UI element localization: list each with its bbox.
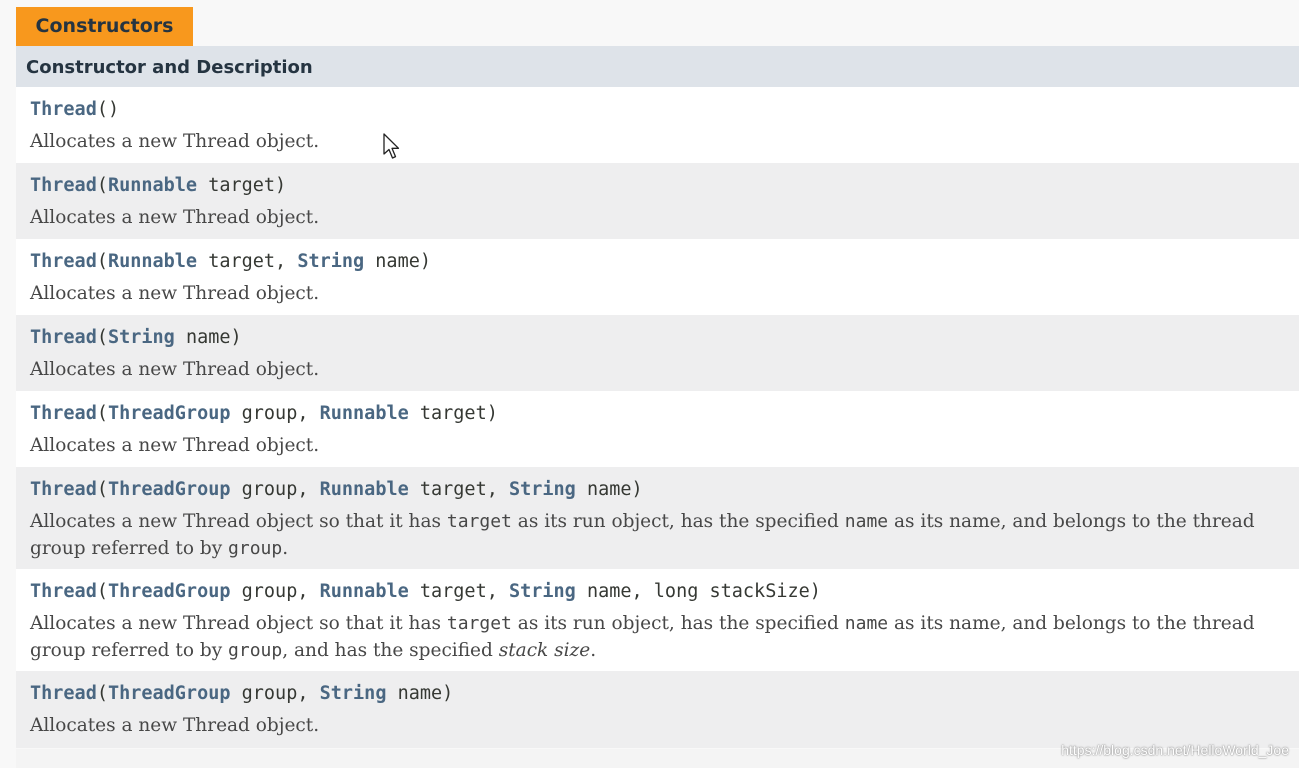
constructor-summary-table: Constructor and Description Thread() Allo…: [16, 46, 1299, 748]
constructor-name-link[interactable]: Thread: [30, 479, 97, 500]
description-text: Allocates a new Thread object so that it…: [30, 613, 447, 634]
emphasis-text: stack size: [498, 640, 591, 661]
constructor-signature: Thread(ThreadGroup group, Runnable targe…: [30, 479, 643, 500]
description-text: as its run object, has the specified: [511, 511, 845, 532]
constructor-signature: Thread(String name): [30, 327, 242, 348]
constructor-description: Allocates a new Thread object.: [30, 280, 1299, 307]
constructor-description: Allocates a new Thread object so that it…: [30, 610, 1299, 664]
constructor-rows: Thread() Allocates a new Thread object. Th…: [16, 87, 1299, 748]
param-name: stackSize: [709, 581, 810, 602]
inline-code: name: [844, 511, 889, 532]
inline-code: name: [844, 613, 889, 634]
constructor-signature: Thread(Runnable target, String name): [30, 251, 431, 272]
param-name: target: [208, 175, 276, 196]
param-type-link[interactable]: Runnable: [108, 251, 197, 272]
param-name: name: [397, 683, 443, 704]
param-type-link[interactable]: ThreadGroup: [108, 403, 231, 424]
param-type-link[interactable]: ThreadGroup: [108, 581, 231, 602]
param-name: name: [375, 251, 420, 272]
constructor-row: Thread(ThreadGroup group, String name) Al…: [16, 671, 1299, 748]
constructor-name-link[interactable]: Thread: [30, 251, 97, 272]
constructor-name-link[interactable]: Thread: [30, 581, 97, 602]
param-name: target: [208, 251, 276, 272]
param-type-link[interactable]: String: [320, 683, 387, 704]
constructor-row: Thread(String name) Allocates a new Threa…: [16, 315, 1299, 391]
constructor-name-link[interactable]: Thread: [30, 175, 97, 196]
param-type-link[interactable]: String: [108, 327, 175, 348]
constructor-row: Thread() Allocates a new Thread object.: [16, 87, 1299, 163]
constructor-row: Thread(Runnable target, String name) Allo…: [16, 239, 1299, 315]
param-type-link[interactable]: String: [509, 581, 576, 602]
constructor-row: Thread(Runnable target) Allocates a new T…: [16, 163, 1299, 239]
constructor-description: Allocates a new Thread object.: [30, 128, 1299, 155]
constructor-row: Thread(ThreadGroup group, Runnable targe…: [16, 569, 1299, 671]
param-type-link[interactable]: Runnable: [108, 175, 197, 196]
param-name: group: [241, 479, 298, 500]
watermark-url: https://blog.csdn.net/HelloWorld_Joe: [1061, 742, 1289, 758]
param-type-link[interactable]: Runnable: [320, 479, 409, 500]
param-name: group: [241, 403, 298, 424]
description-text: Allocates a new Thread object.: [30, 359, 320, 380]
param-name: group: [241, 581, 298, 602]
constructor-signature: Thread(): [30, 99, 120, 120]
param-name: name: [185, 327, 231, 348]
constructor-description: Allocates a new Thread object so that it…: [30, 508, 1299, 562]
inline-code: target: [446, 613, 512, 634]
param-name: name: [586, 479, 632, 500]
description-text: , and has the specified: [282, 640, 499, 661]
param-name: target: [419, 403, 487, 424]
param-type-link[interactable]: ThreadGroup: [108, 479, 231, 500]
param-name: name: [586, 581, 632, 602]
constructor-description: Allocates a new Thread object.: [30, 356, 1299, 383]
constructor-signature: Thread(Runnable target): [30, 175, 287, 196]
constructor-signature: Thread(ThreadGroup group, Runnable targe…: [30, 403, 498, 424]
param-type-link[interactable]: ThreadGroup: [108, 683, 231, 704]
constructor-name-link[interactable]: Thread: [30, 327, 97, 348]
param-type-link[interactable]: Runnable: [320, 403, 409, 424]
param-type-link[interactable]: String: [509, 479, 576, 500]
description-text: Allocates a new Thread object.: [30, 283, 320, 304]
constructor-name-link[interactable]: Thread: [30, 683, 97, 704]
constructors-section-tab: Constructors: [16, 7, 193, 46]
description-text: .: [590, 640, 597, 661]
description-text: Allocates a new Thread object.: [30, 131, 320, 152]
param-type-link[interactable]: Runnable: [320, 581, 409, 602]
inline-code: group: [228, 640, 283, 661]
mouse-pointer-icon: [383, 133, 400, 159]
inline-code: group: [228, 538, 283, 559]
description-text: Allocates a new Thread object.: [30, 207, 320, 228]
param-name: group: [241, 683, 298, 704]
constructor-description: Allocates a new Thread object.: [30, 204, 1299, 231]
description-text: Allocates a new Thread object.: [30, 715, 320, 736]
constructor-name-link[interactable]: Thread: [30, 403, 97, 424]
table-header-constructor-and-description: Constructor and Description: [16, 46, 1299, 87]
constructor-signature: Thread(ThreadGroup group, String name): [30, 683, 454, 704]
description-text: Allocates a new Thread object so that it…: [30, 511, 447, 532]
constructor-row: Thread(ThreadGroup group, Runnable targe…: [16, 391, 1299, 467]
param-type: long: [653, 581, 699, 602]
inline-code: target: [446, 511, 512, 532]
param-type-link[interactable]: String: [297, 251, 364, 272]
constructor-row: Thread(ThreadGroup group, Runnable targe…: [16, 467, 1299, 569]
param-name: target: [419, 479, 487, 500]
constructor-name-link[interactable]: Thread: [30, 99, 97, 120]
description-text: Allocates a new Thread object.: [30, 435, 320, 456]
description-text: as its run object, has the specified: [511, 613, 845, 634]
param-name: target: [419, 581, 487, 602]
constructor-description: Allocates a new Thread object.: [30, 712, 1299, 739]
constructor-signature: Thread(ThreadGroup group, Runnable targe…: [30, 581, 821, 602]
description-text: .: [282, 538, 289, 559]
constructor-description: Allocates a new Thread object.: [30, 432, 1299, 459]
